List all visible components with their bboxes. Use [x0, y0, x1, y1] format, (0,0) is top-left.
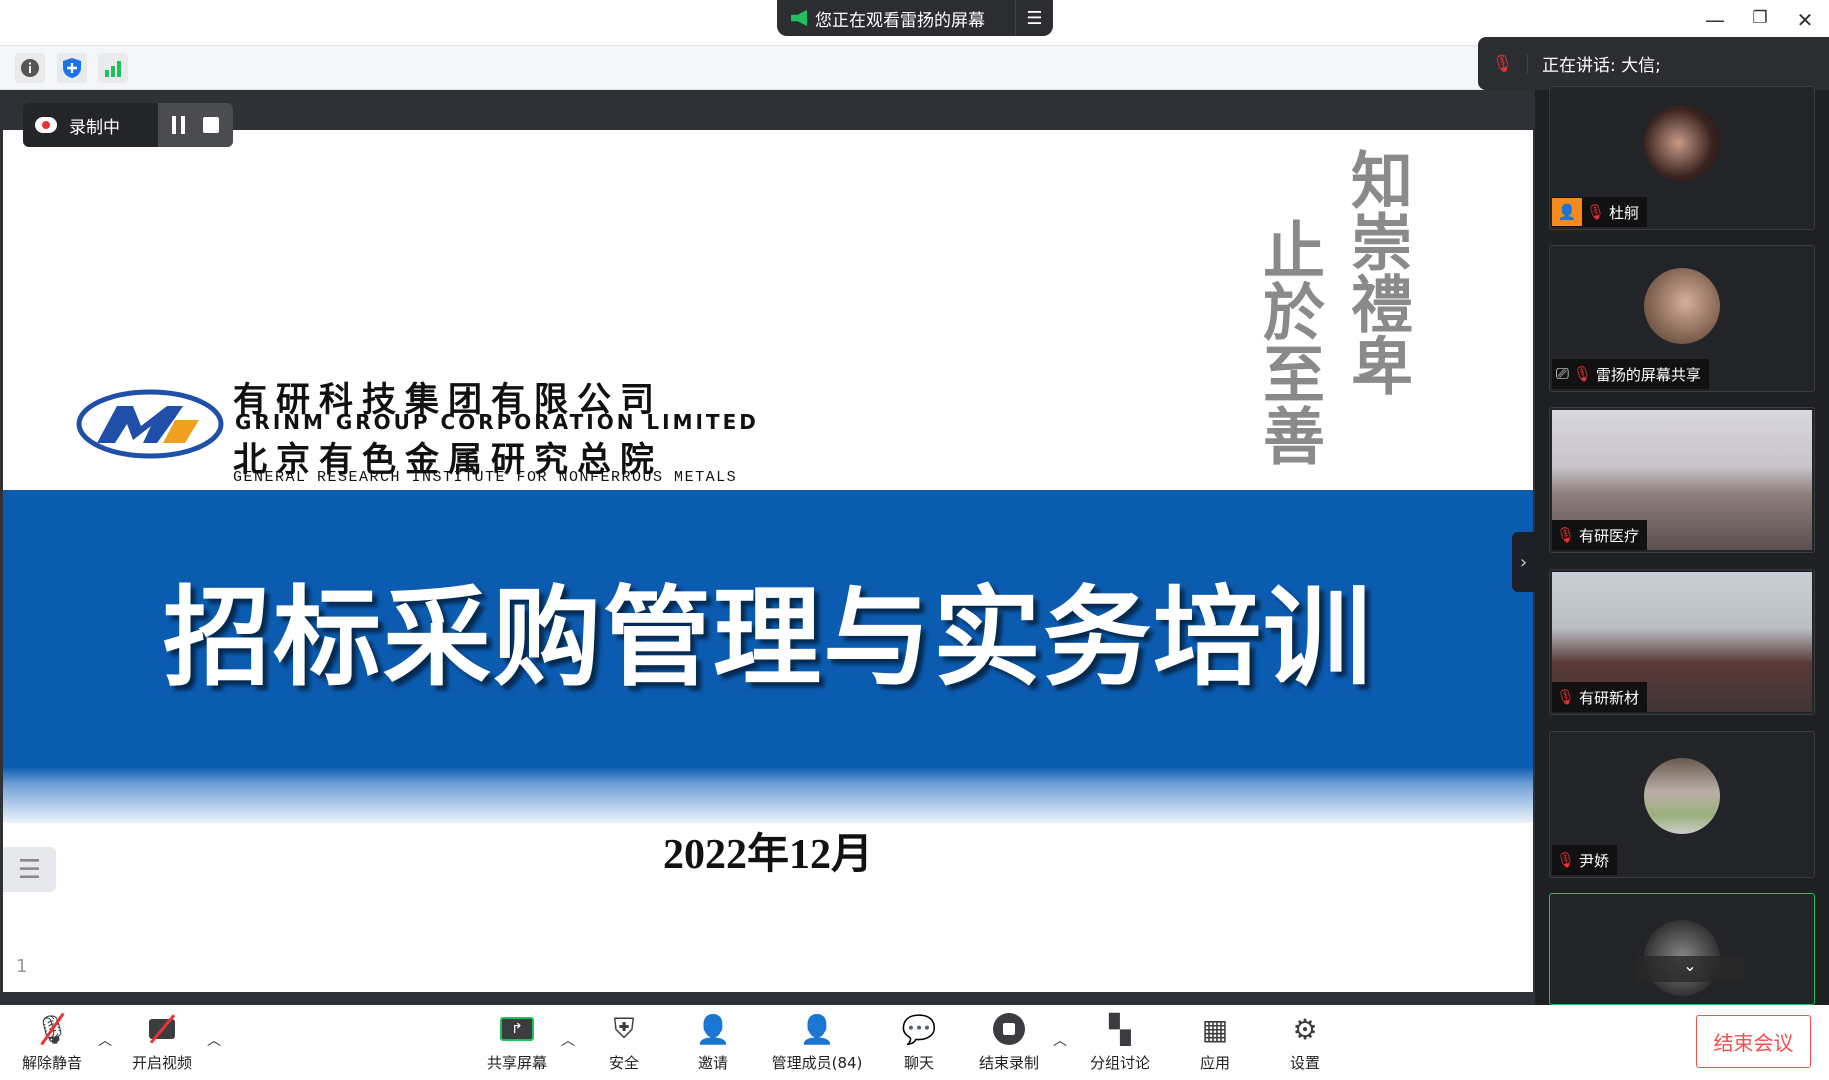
share-options-caret[interactable]: ︿ [561, 1030, 575, 1050]
share-screen-button[interactable]: ↱ 共享屏幕 [487, 1012, 547, 1073]
label: 管理成员(84) [771, 1054, 863, 1072]
scroll-down-button[interactable]: ⌄ [1636, 956, 1744, 982]
calligraphy-left: 止於至善 [1252, 218, 1325, 466]
muted-mic-icon: 🎙 [1556, 688, 1576, 706]
label: 结束录制 [978, 1054, 1040, 1072]
recording-label: 录制中 [69, 117, 120, 138]
label: 安全 [608, 1054, 639, 1072]
share-screen-icon: ↱ [499, 1012, 534, 1046]
viewing-banner[interactable]: 您正在观看雷扬的屏幕 ☰ [777, 0, 1053, 36]
shield-icon[interactable] [57, 53, 87, 83]
participants-button[interactable]: 👤 管理成员(84) [772, 1012, 863, 1073]
list-icon[interactable]: ☰ [1015, 0, 1053, 36]
restore-button[interactable]: ❐ [1745, 8, 1775, 28]
label: 邀请 [697, 1054, 728, 1072]
close-button[interactable]: ✕ [1790, 8, 1820, 32]
collapse-panel-button[interactable]: › [1512, 532, 1535, 592]
minimize-button[interactable]: — [1700, 8, 1730, 32]
stop-recording-button[interactable] [203, 117, 219, 133]
label: 开启视频 [131, 1054, 193, 1072]
muted-mic-icon: 🎙 [1556, 526, 1576, 544]
participant-tile[interactable]: ⎚ 🎙 雷扬的屏幕共享 [1549, 245, 1815, 392]
viewing-text: 您正在观看雷扬的屏幕 [815, 10, 985, 31]
label: 分组讨论 [1089, 1054, 1151, 1072]
apps-button[interactable]: ▦ 应用 [1198, 1012, 1232, 1073]
end-meeting-button[interactable]: 结束会议 [1696, 1015, 1811, 1068]
stop-record-icon [992, 1012, 1026, 1046]
avatar [1644, 105, 1720, 181]
gradient-band [3, 767, 1533, 823]
gear-icon: ⚙ [1292, 1012, 1318, 1046]
pause-recording-button[interactable] [172, 116, 185, 134]
start-video-button[interactable]: 开启视频 [132, 1012, 192, 1073]
speaking-indicator: 🎙 正在讲话: 大信; [1478, 37, 1829, 90]
muted-mic-icon: 🎙 [1556, 851, 1576, 869]
info-bar [0, 46, 1535, 90]
participant-tile[interactable]: 🎙 尹娇 [1549, 731, 1815, 878]
record-options-caret[interactable]: ︿ [1053, 1030, 1067, 1050]
breakout-icon: ▚ [1109, 1012, 1131, 1046]
institute-name-en: GENERAL RESEARCH INSTITUTE FOR NONFERROU… [233, 469, 738, 486]
muted-mic-icon: 🎙 [34, 1012, 70, 1046]
muted-mic-icon: 🎙 [1586, 203, 1606, 221]
slide-list-button[interactable]: ☰ [3, 847, 56, 892]
chat-icon: 💬 [901, 1012, 937, 1046]
speaker-icon [791, 10, 807, 26]
participant-name: 有研医疗 [1579, 526, 1640, 545]
user-icon: 👤 [799, 1012, 835, 1046]
shield-icon: ⛨ [613, 1012, 635, 1045]
company-logo [76, 389, 224, 459]
add-user-icon: 👤 [695, 1012, 731, 1046]
slide-date: 2022年12月 [662, 832, 873, 878]
participant-name: 雷扬的屏幕共享 [1595, 365, 1701, 384]
screen-share-icon: ⎚ [1556, 364, 1569, 383]
participant-tile[interactable]: 🎙 有研医疗 [1549, 407, 1815, 553]
muted-mic-icon: 🎙 [1572, 365, 1592, 383]
muted-mic-icon: 🎙 [1478, 53, 1528, 74]
slide-title: 招标采购管理与实务培训 [162, 575, 1373, 701]
apps-icon: ▦ [1201, 1012, 1229, 1046]
label: 解除静音 [21, 1054, 83, 1072]
info-icon[interactable] [15, 53, 45, 83]
security-button[interactable]: ⛨ 安全 [607, 1012, 641, 1073]
audio-options-caret[interactable]: ︿ [98, 1030, 112, 1050]
participant-name: 有研新材 [1579, 688, 1640, 707]
participant-tile[interactable]: 🎙 有研新材 [1549, 569, 1815, 715]
breakout-button[interactable]: ▚ 分组讨论 [1090, 1012, 1150, 1073]
signal-icon[interactable] [98, 53, 128, 83]
recording-indicator: 录制中 [23, 103, 233, 147]
speaking-text: 正在讲话: 大信; [1542, 56, 1661, 76]
video-options-caret[interactable]: ︿ [207, 1030, 221, 1050]
settings-button[interactable]: ⚙ 设置 [1288, 1012, 1322, 1073]
invite-button[interactable]: 👤 邀请 [695, 1012, 731, 1073]
cloud-record-icon [35, 117, 57, 133]
participant-name: 尹娇 [1579, 851, 1610, 870]
company-name-en: GRINM GROUP CORPORATION LIMITED [235, 410, 759, 434]
video-off-icon [145, 1012, 179, 1046]
participant-name: 杜舸 [1609, 203, 1640, 222]
label: 应用 [1199, 1054, 1230, 1072]
participant-tile[interactable]: 👤 🎙 杜舸 [1549, 86, 1815, 230]
label: 聊天 [903, 1054, 934, 1072]
avatar [1644, 268, 1720, 344]
chat-button[interactable]: 💬 聊天 [901, 1012, 937, 1073]
calligraphy-right: 知崇禮卑 [1340, 148, 1413, 396]
participant-tile-active[interactable]: ⌄ [1549, 893, 1815, 1005]
avatar [1644, 758, 1720, 834]
label: 设置 [1289, 1054, 1320, 1072]
label: 共享屏幕 [486, 1054, 548, 1072]
person-icon: 👤 [1552, 198, 1582, 226]
stop-recording-toolbar-button[interactable]: 结束录制 [979, 1012, 1039, 1073]
page-number: 1 [16, 956, 28, 977]
shared-slide: 有研科技集团有限公司 GRINM GROUP CORPORATION LIMIT… [3, 130, 1533, 992]
unmute-button[interactable]: 🎙 解除静音 [22, 1012, 82, 1073]
